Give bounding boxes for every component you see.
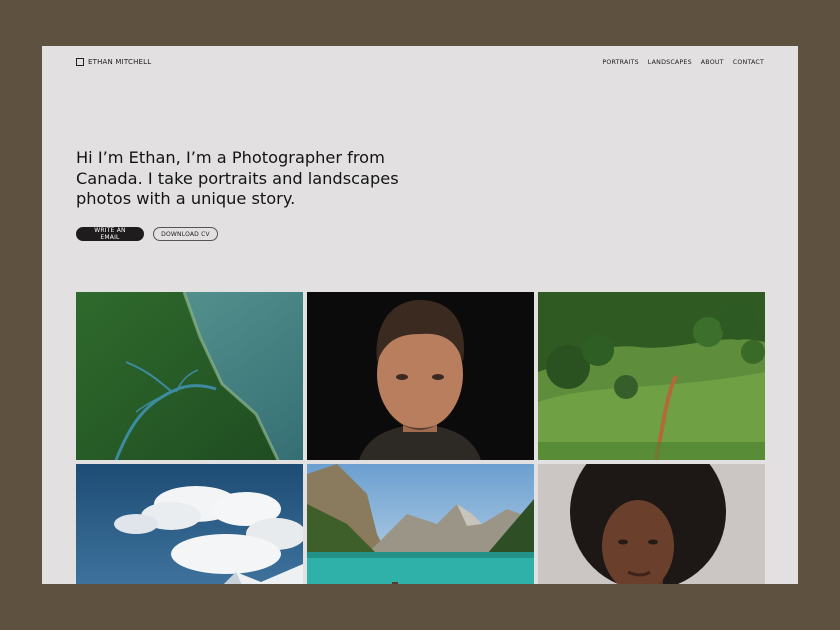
cta-group: WRITE AN EMAIL DOWNLOAD CV — [76, 227, 218, 241]
photo-aerial-forest-coast[interactable] — [76, 292, 303, 460]
square-logo-icon — [76, 58, 84, 66]
portfolio-page: ETHAN MITCHELL PORTRAITS LANDSCAPES ABOU… — [42, 46, 798, 584]
photo-portrait-man[interactable] — [307, 292, 534, 460]
main-nav: PORTRAITS LANDSCAPES ABOUT CONTACT — [602, 59, 764, 66]
photo-portrait-woman[interactable] — [538, 464, 765, 584]
write-email-button[interactable]: WRITE AN EMAIL — [76, 227, 144, 241]
logo[interactable]: ETHAN MITCHELL — [76, 58, 151, 66]
download-cv-button[interactable]: DOWNLOAD CV — [153, 227, 218, 241]
photo-cloudy-mountain[interactable] — [76, 464, 303, 584]
photo-gallery — [76, 292, 765, 584]
brand-name: ETHAN MITCHELL — [88, 58, 152, 66]
nav-item-portraits[interactable]: PORTRAITS — [602, 59, 638, 66]
nav-item-landscapes[interactable]: LANDSCAPES — [648, 59, 692, 66]
site-header: ETHAN MITCHELL PORTRAITS LANDSCAPES ABOU… — [76, 58, 764, 70]
photo-green-valley[interactable] — [538, 292, 765, 460]
photo-mountain-lake[interactable] — [307, 464, 534, 584]
nav-item-about[interactable]: ABOUT — [701, 59, 724, 66]
hero-headline: Hi I’m Ethan, I’m a Photographer from Ca… — [76, 148, 399, 208]
nav-item-contact[interactable]: CONTACT — [733, 59, 764, 66]
